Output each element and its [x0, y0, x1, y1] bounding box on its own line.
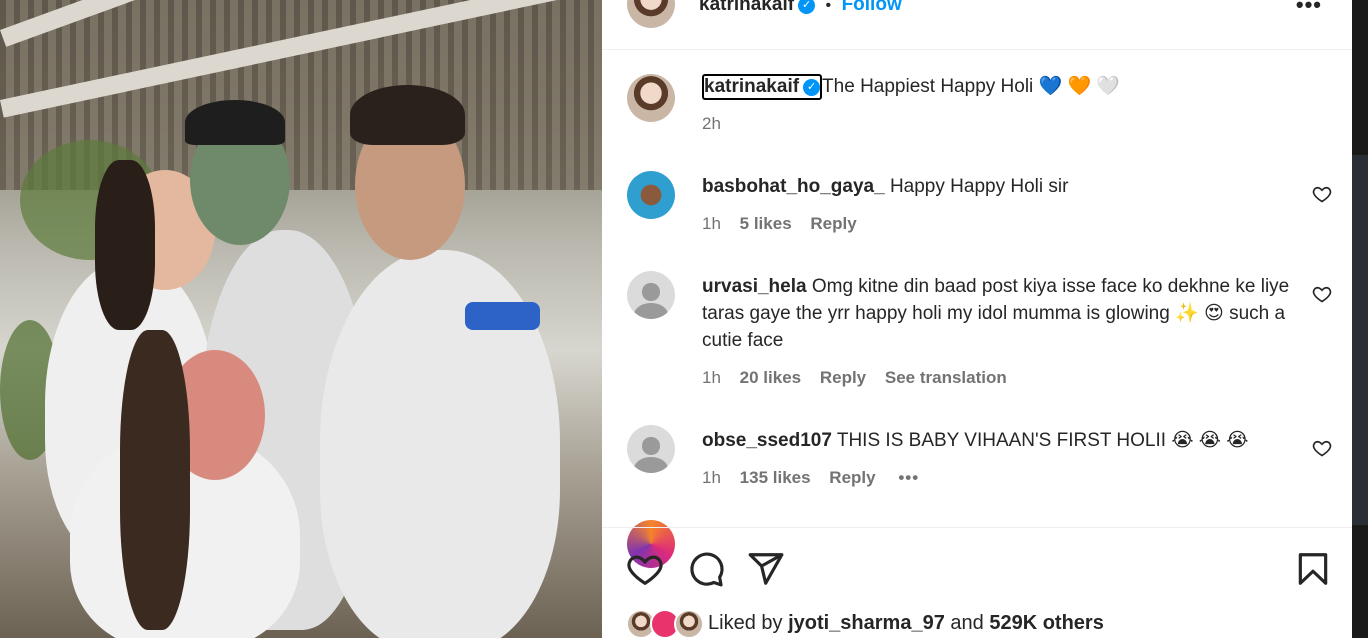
reply-button[interactable]: Reply	[820, 368, 866, 387]
caption-time[interactable]: 2h	[702, 114, 721, 134]
liked-by-avatar[interactable]	[674, 609, 704, 638]
comment-text: THIS IS BABY VIHAAN'S FIRST HOLII 😭 😭 😭	[836, 430, 1249, 451]
author-avatar[interactable]	[627, 0, 675, 28]
comment-likes[interactable]: 5 likes	[740, 214, 792, 233]
background-bar	[1352, 155, 1368, 525]
follow-button[interactable]: Follow	[842, 0, 902, 15]
caption-username[interactable]: katrinakaif	[704, 76, 799, 97]
verified-badge-icon: ✓	[798, 0, 816, 14]
post-details-panel: katrinakaif ✓ • Follow ••• katrinakaif ✓ Th…	[602, 0, 1352, 638]
comment-username[interactable]: basbohat_ho_gaya_	[702, 176, 885, 197]
comment-meta: 1h 135 likes Reply •••	[702, 468, 933, 488]
comment-time[interactable]: 1h	[702, 214, 721, 233]
heart-icon[interactable]	[1312, 284, 1332, 304]
comment-meta: 1h 5 likes Reply	[702, 214, 871, 234]
caption: katrinakaif ✓ The Happiest Happy Holi 💙 🧡 …	[702, 74, 1120, 100]
reply-button[interactable]: Reply	[829, 468, 875, 487]
photo-hair	[350, 85, 465, 145]
see-translation-button[interactable]: See translation	[885, 368, 1007, 387]
bookmark-icon[interactable]	[1294, 550, 1332, 588]
photo-hair	[120, 330, 190, 630]
comment-avatar[interactable]	[627, 271, 675, 319]
verified-badge-icon: ✓	[803, 79, 821, 96]
comment-more-icon[interactable]: •••	[898, 468, 919, 487]
photo-cap	[185, 100, 285, 145]
share-icon[interactable]	[747, 550, 785, 588]
heart-icon[interactable]	[1312, 438, 1332, 458]
post-header: katrinakaif ✓ • Follow •••	[602, 0, 1352, 50]
comment-username[interactable]: obse_ssed107	[702, 430, 832, 451]
caption-username-focus[interactable]: katrinakaif ✓	[702, 74, 823, 100]
photo-water-gun	[465, 302, 540, 330]
comment-avatar[interactable]	[627, 171, 675, 219]
more-icon[interactable]: •••	[1296, 0, 1322, 18]
heart-icon[interactable]	[626, 550, 664, 588]
comment-time[interactable]: 1h	[702, 368, 721, 387]
comment-time[interactable]: 1h	[702, 468, 721, 487]
liked-by-prefix: Liked by	[708, 612, 783, 634]
comment-meta: 1h 20 likes Reply See translation	[702, 368, 1021, 388]
background-edge	[1352, 0, 1368, 638]
comment-avatar[interactable]	[627, 425, 675, 473]
comment-likes[interactable]: 20 likes	[740, 368, 801, 387]
liked-by-text: Liked by jyoti_sharma_97 and 529K others	[708, 612, 1104, 635]
comment: urvasi_hela Omg kitne din baad post kiya…	[702, 273, 1292, 354]
liked-by-others[interactable]: 529K others	[989, 612, 1104, 634]
liked-by-user[interactable]: jyoti_sharma_97	[788, 612, 945, 634]
post-photo[interactable]	[0, 0, 602, 638]
heart-icon[interactable]	[1312, 184, 1332, 204]
photo-hair	[95, 160, 155, 330]
comment-text: Happy Happy Holi sir	[889, 176, 1069, 197]
comment-username[interactable]: urvasi_hela	[702, 276, 807, 297]
comment-likes[interactable]: 135 likes	[740, 468, 811, 487]
comment-icon[interactable]	[687, 550, 725, 588]
liked-by-and: and	[950, 612, 984, 634]
comment: basbohat_ho_gaya_ Happy Happy Holi sir	[702, 173, 1292, 200]
author-username[interactable]: katrinakaif	[699, 0, 794, 15]
header-separator: •	[825, 0, 832, 14]
caption-text: The Happiest Happy Holi 💙 🧡 🤍	[822, 76, 1121, 97]
caption-avatar[interactable]	[627, 74, 675, 122]
reply-button[interactable]: Reply	[810, 214, 856, 233]
comment: obse_ssed107 THIS IS BABY VIHAAN'S FIRST…	[702, 427, 1292, 454]
